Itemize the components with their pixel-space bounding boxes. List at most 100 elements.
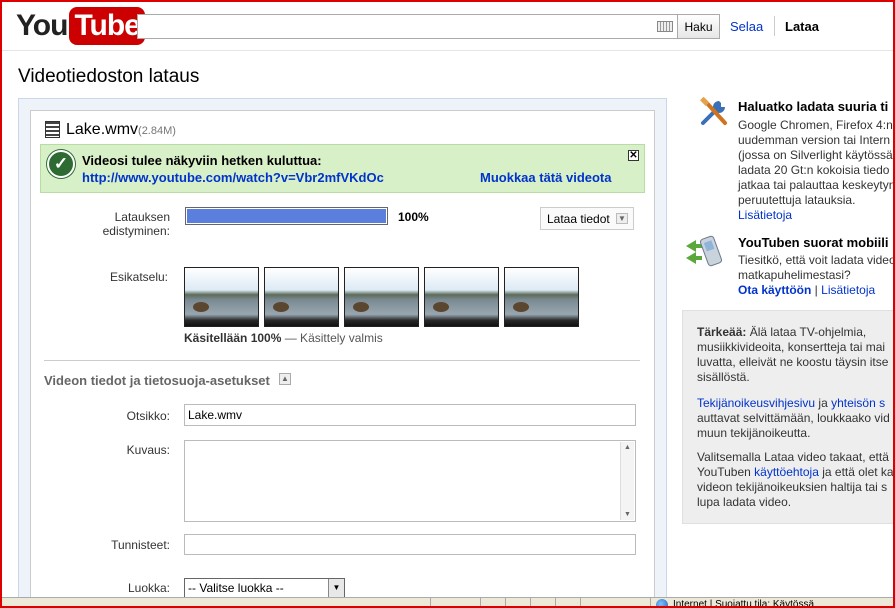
category-select-value: -- Valitse luokka -- [188,581,284,595]
progress-label-line1: Latauksen [114,210,170,224]
link-separator: | [811,283,822,297]
logo-tube-text: Tube [69,7,145,45]
file-size: (2.84M) [138,125,176,137]
tip1-line: jatkaa tai palauttaa keskeytyn [738,178,895,192]
progress-fill [187,209,386,223]
tip2-title: YouTuben suorat mobiili [738,235,889,250]
important-line: musiikkivideoita, konsertteja tai mai [697,340,886,354]
notice-title: Videosi tulee näkyviin hetken kuluttua: [82,153,322,168]
tip1-text: Google Chromen, Firefox 4:n uudemman ver… [738,118,895,223]
community-guidelines-link[interactable]: yhteisön s [831,396,885,410]
browser-status-bar: Internet | Suojattu tila: Käytössä [0,597,895,608]
copyright-tips-link[interactable]: Tekijänoikeusvihjesivu [697,396,815,410]
nav-separator [774,16,775,36]
preview-thumbnail[interactable] [264,267,339,327]
important-line-text: Älä lataa TV-ohjelmia, [746,325,867,339]
terms-line: YouTuben käyttöehtoja ja että olet ka [697,465,894,480]
progress-label-line2: edistyminen: [102,224,170,238]
preview-thumbnail[interactable] [184,267,259,327]
important-line: luvatta, elleivät ne koostu täysin itse [697,355,889,369]
chevron-up-icon[interactable]: ▲ [279,373,291,385]
tools-icon [700,97,727,125]
processing-text: — Käsittely valmis [281,331,383,345]
upload-info-button[interactable]: Lataa tiedot ▼ [540,207,634,230]
tip1-line: uudemman version tai Intern [738,133,891,147]
preview-label: Esikatselu: [109,270,168,284]
tip2-links: Ota käyttöön | Lisätietoja [738,283,895,298]
terms-post: ja että olet ka [818,465,894,479]
tip2-line: matkapuhelimestasi? [738,268,851,282]
edit-video-link[interactable]: Muokkaa tätä videota [480,170,612,185]
tip1-title: Haluatko ladata suuria ti [738,99,889,114]
status-divider [580,598,581,608]
copyright-line: Tekijänoikeusvihjesivu ja yhteisön s [697,396,890,411]
processing-percent: Käsitellään 100% [184,331,282,345]
terms-text: Valitsemalla Lataa video takaat, että Yo… [697,450,894,510]
terms-line: videon tekijänoikeuksien haltija tai s [697,480,888,494]
tip2-line: Tiesitkö, että voit ladata video [738,253,895,267]
terms-pre: YouTuben [697,465,755,479]
details-section-title[interactable]: Videon tiedot ja tietosuoja-asetukset [44,373,270,388]
title-field[interactable] [184,404,636,426]
title-label: Otsikko: [126,409,170,423]
preview-thumbnail[interactable] [344,267,419,327]
file-name-text: Lake.wmv [66,121,139,138]
checkmark-icon: ✓ [47,150,75,178]
terms-of-use-link[interactable]: käyttöehtoja [754,465,819,479]
processing-status: Käsitellään 100% — Käsittely valmis [184,331,383,345]
description-field[interactable] [184,440,636,522]
dropdown-arrow-icon[interactable]: ▼ [328,579,344,597]
tip2-more-link[interactable]: Lisätietoja [821,283,875,297]
film-icon [45,121,60,138]
preview-thumbnail[interactable] [504,267,579,327]
enable-mobile-link[interactable]: Ota käyttöön [738,283,811,297]
keyboard-icon[interactable] [657,21,673,32]
copyright-text: Tekijänoikeusvihjesivu ja yhteisön s aut… [697,396,890,441]
important-line: Tärkeää: Älä lataa TV-ohjelmia, [697,325,888,340]
upload-info-label: Lataa tiedot [547,211,610,226]
progress-percent: 100% [398,210,429,224]
success-notice [40,144,645,193]
video-url-link[interactable]: http://www.youtube.com/watch?v=Vbr2mfVKd… [82,170,384,185]
scroll-up-icon[interactable]: ▲ [624,444,631,451]
section-divider [44,360,640,361]
nav-browse-link[interactable]: Selaa [730,19,763,34]
status-divider [650,598,651,608]
tip1-more-link[interactable]: Lisätietoja [738,208,895,223]
description-scrollbar[interactable]: ▲ ▼ [620,442,634,520]
search-input[interactable] [137,14,678,39]
security-zone-text: Internet | Suojattu tila: Käytössä [673,599,815,608]
status-divider [530,598,531,608]
page-title: Videotiedoston lataus [18,66,200,87]
tags-field[interactable] [184,534,636,555]
chevron-down-icon: ▼ [616,213,628,224]
tip1-line: ladata 20 Gt:n kokoisia tiedo [738,163,890,177]
search-button[interactable]: Haku [677,14,720,39]
terms-line: Valitsemalla Lataa video takaat, että [697,450,889,464]
category-select[interactable]: -- Valitse luokka -- ▼ [184,578,345,598]
important-bold: Tärkeää: [697,325,747,339]
youtube-logo[interactable]: You Tube [16,6,145,46]
terms-line: lupa ladata video. [697,495,792,509]
logo-you-text: You [16,9,68,42]
close-icon[interactable]: ✕ [628,150,639,161]
status-divider [430,598,431,608]
globe-icon [656,599,668,608]
nav-upload-link[interactable]: Lataa [785,19,819,34]
header-divider [0,50,895,51]
upload-progress-bar [185,207,388,225]
file-name: Lake.wmv(2.84M) [66,121,176,139]
important-text: Tärkeää: Älä lataa TV-ohjelmia, musiikki… [697,325,888,385]
tip2-text: Tiesitkö, että voit ladata video matkapu… [738,253,895,298]
copyright-line: muun tekijänoikeutta. [697,426,811,440]
mobile-phone-icon [686,235,723,267]
tip1-line: (jossa on Silverlight käytössä [738,148,893,162]
important-line: sisällöstä. [697,370,750,384]
progress-label: Latauksen edistyminen: [100,210,170,238]
tip1-line: Google Chromen, Firefox 4:n [738,118,893,132]
scroll-down-icon[interactable]: ▼ [624,511,631,518]
preview-thumbnail[interactable] [424,267,499,327]
copyright-mid: ja [815,396,832,410]
tags-label: Tunnisteet: [111,538,170,552]
tip1-line: peruutettuja latauksia. [738,193,856,207]
